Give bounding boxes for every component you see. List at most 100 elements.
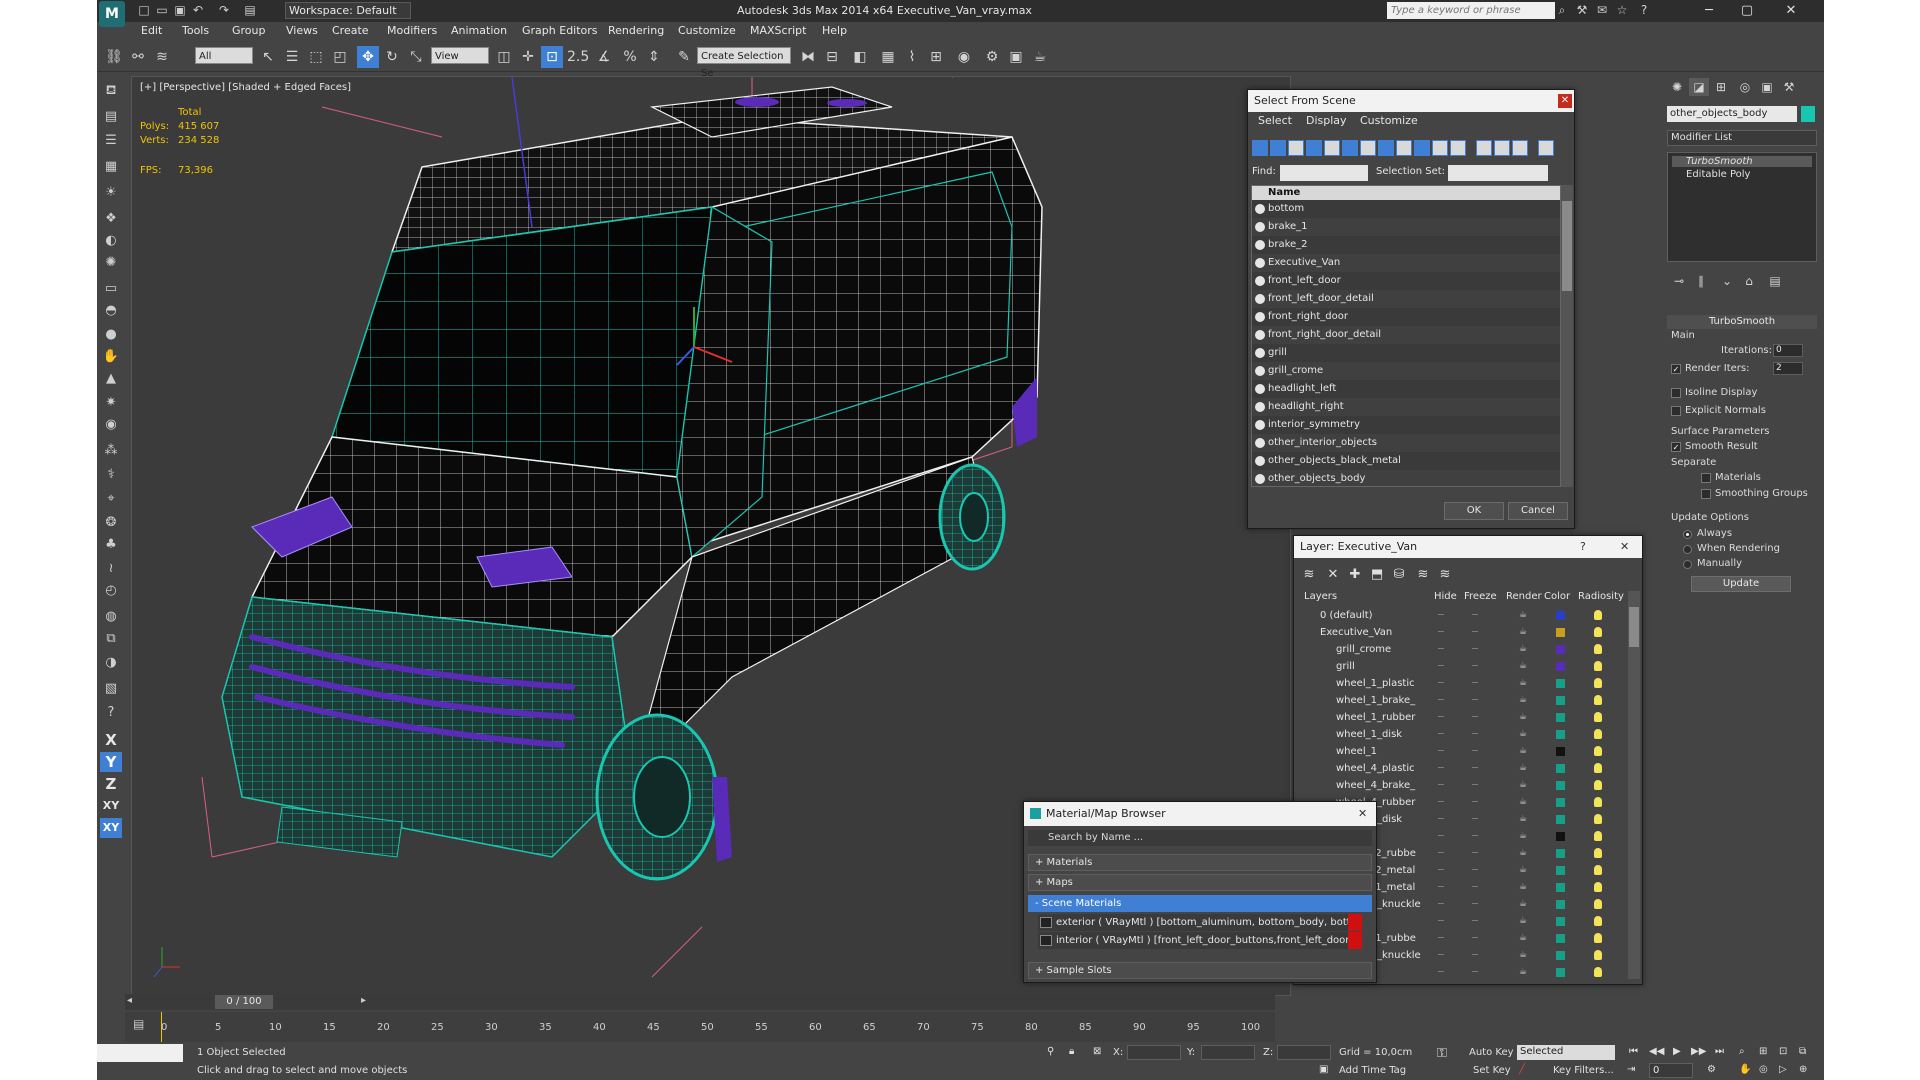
select-manipulate-icon[interactable]: ✛ <box>517 46 539 68</box>
slider-next-icon[interactable]: ▸ <box>361 995 366 1006</box>
align-icon[interactable]: ⊟ <box>821 46 843 68</box>
add-time-tag-button[interactable]: Add Time Tag <box>1339 1065 1406 1076</box>
curve-editor-icon[interactable]: ⌇ <box>901 46 923 68</box>
axis-xy-cycle-button[interactable]: XY <box>100 818 122 838</box>
layer-freeze-toggle[interactable]: ┄ <box>1472 811 1478 828</box>
mini-curve-editor-icon[interactable]: ▤ <box>133 1017 153 1035</box>
lock-selection-icon[interactable]: ⚲ <box>1047 1046 1054 1057</box>
modify-tab-icon[interactable]: ◪ <box>1689 78 1709 96</box>
col-hide[interactable]: Hide <box>1434 591 1457 602</box>
radiosity-bulb-icon[interactable] <box>1594 678 1602 688</box>
teapot-icon[interactable]: ☕ <box>1519 947 1527 964</box>
key-filters-button[interactable]: Key Filters... <box>1553 1065 1614 1076</box>
radiosity-bulb-icon[interactable] <box>1594 729 1602 739</box>
layer-color-swatch[interactable] <box>1556 883 1565 892</box>
menu-graph-editors[interactable]: Graph Editors <box>522 24 598 37</box>
keyboard-shortcut-override-icon[interactable]: ⊡ <box>541 46 563 68</box>
scene-object-row[interactable]: bottom <box>1252 200 1560 218</box>
update-manually-radio[interactable] <box>1683 560 1692 569</box>
layer-scrollbar-thumb[interactable] <box>1629 607 1639 647</box>
object-color-swatch[interactable] <box>1801 106 1815 122</box>
teapot-icon[interactable]: ☕ <box>1519 743 1527 760</box>
radiosity-bulb-icon[interactable] <box>1594 831 1602 841</box>
display-floater-icon[interactable]: ▤ <box>100 106 122 128</box>
binoculars-icon[interactable]: ⌕ <box>1555 3 1569 17</box>
layer-freeze-toggle[interactable]: ┄ <box>1472 862 1478 879</box>
layer-list-icon[interactable]: ☰ <box>100 130 122 152</box>
select-by-name-icon[interactable]: ☰ <box>281 46 303 68</box>
teapot-icon[interactable]: ☕ <box>1519 675 1527 692</box>
filter-toggle-icon[interactable] <box>1538 140 1554 156</box>
render-iters-spinner[interactable]: 2 <box>1773 362 1803 375</box>
radiosity-bulb-icon[interactable] <box>1594 882 1602 892</box>
layer-hide-toggle[interactable]: ┄ <box>1438 760 1444 777</box>
hair-icon[interactable]: ≀ <box>100 558 122 580</box>
radiosity-bulb-icon[interactable] <box>1594 899 1602 909</box>
walk-through-icon[interactable]: ⊕ <box>1799 1064 1807 1075</box>
update-always-radio[interactable] <box>1683 530 1692 539</box>
named-selection-sets-dropdown[interactable]: Create Selection Se <box>697 47 791 79</box>
layer-row[interactable]: wheel_4_brake_ ┄ ┄ ☕ <box>1300 777 1620 794</box>
hierarchy-tab-icon[interactable]: ⊞ <box>1711 78 1731 96</box>
play-icon[interactable]: ▶ <box>1673 1046 1681 1057</box>
light-lister-icon[interactable]: ☀ <box>100 182 122 204</box>
layer-color-swatch[interactable] <box>1556 951 1565 960</box>
menu-modifiers[interactable]: Modifiers <box>387 24 437 37</box>
select-in-layer-icon[interactable]: ⬒ <box>1368 566 1386 584</box>
spinner-snap-icon[interactable]: ⇕ <box>643 46 665 68</box>
particles-icon[interactable]: ⁂ <box>100 440 122 462</box>
radiosity-bulb-icon[interactable] <box>1594 933 1602 943</box>
axis-y-button[interactable]: Y <box>100 752 122 772</box>
radiosity-bulb-icon[interactable] <box>1594 746 1602 756</box>
radiosity-bulb-icon[interactable] <box>1594 627 1602 637</box>
select-scale-icon[interactable]: ⤡ <box>405 46 427 68</box>
environment-icon[interactable]: ◑ <box>100 652 122 674</box>
tool-c-icon[interactable]: ✺ <box>100 252 122 274</box>
layer-color-swatch[interactable] <box>1556 764 1565 773</box>
teapot-icon[interactable]: ⛾ <box>100 80 122 102</box>
radiosity-bulb-icon[interactable] <box>1594 950 1602 960</box>
question-icon[interactable]: ? <box>100 702 122 724</box>
layer-color-swatch[interactable] <box>1556 900 1565 909</box>
menu-animation[interactable]: Animation <box>451 24 507 37</box>
layer-manager-icon[interactable]: ◧ <box>849 46 871 68</box>
selection-set-dropdown[interactable] <box>1448 165 1548 181</box>
iterations-spinner[interactable]: 0 <box>1773 344 1803 357</box>
unlink-icon[interactable]: ⚯ <box>127 46 149 68</box>
scene-object-list[interactable]: Name bottom brake_1 brake_2 Executive_Van fr… <box>1251 185 1561 487</box>
select-none-icon[interactable] <box>1494 140 1510 156</box>
y-coord-field[interactable] <box>1201 1045 1255 1060</box>
menu-maxscript[interactable]: MAXScript <box>750 24 806 37</box>
layer-color-swatch[interactable] <box>1556 866 1565 875</box>
separate-materials-checkbox[interactable] <box>1701 473 1711 483</box>
teapot-icon[interactable]: ☕ <box>1519 607 1527 624</box>
tool-b-icon[interactable]: ◐ <box>100 230 122 252</box>
teapot-icon[interactable]: ☕ <box>1519 692 1527 709</box>
layer-help-icon[interactable]: ? <box>1580 540 1586 553</box>
add-to-layer-icon[interactable]: ✚ <box>1346 566 1364 584</box>
radiosity-bulb-icon[interactable] <box>1594 814 1602 824</box>
layer-freeze-toggle[interactable]: ┄ <box>1472 641 1478 658</box>
scene-object-row[interactable]: other_interior_objects <box>1252 434 1560 452</box>
teapot-icon[interactable]: ☕ <box>1519 777 1527 794</box>
scrollbar-thumb[interactable] <box>1562 201 1572 291</box>
next-frame-icon[interactable]: ▶▶ <box>1691 1046 1706 1057</box>
cancel-button[interactable]: Cancel <box>1508 502 1568 520</box>
link-icon[interactable]: ⛓ <box>103 46 125 68</box>
find-input[interactable] <box>1280 165 1368 181</box>
radiosity-bulb-icon[interactable] <box>1594 763 1602 773</box>
time-tag-icon[interactable]: ▣ <box>1319 1064 1328 1075</box>
sphere-icon[interactable]: ● <box>100 324 122 346</box>
layer-color-swatch[interactable] <box>1556 781 1565 790</box>
filter-spacewarps-icon[interactable] <box>1342 140 1358 156</box>
layer-color-swatch[interactable] <box>1556 934 1565 943</box>
maximize-icon[interactable]: ▢ <box>1729 0 1765 22</box>
go-to-start-icon[interactable]: ⏮ <box>1629 1046 1638 1057</box>
layer-hide-toggle[interactable]: ┄ <box>1438 726 1444 743</box>
layer-hide-toggle[interactable]: ┄ <box>1438 794 1444 811</box>
teapot-icon[interactable]: ☕ <box>1519 641 1527 658</box>
create-tab-icon[interactable]: ✺ <box>1667 78 1687 96</box>
radiosity-bulb-icon[interactable] <box>1594 797 1602 807</box>
object-name-field[interactable]: other_objects_body <box>1667 106 1797 122</box>
scene-material-exterior[interactable]: exterior ( VRayMtl ) [bottom_aluminum, b… <box>1038 914 1362 931</box>
